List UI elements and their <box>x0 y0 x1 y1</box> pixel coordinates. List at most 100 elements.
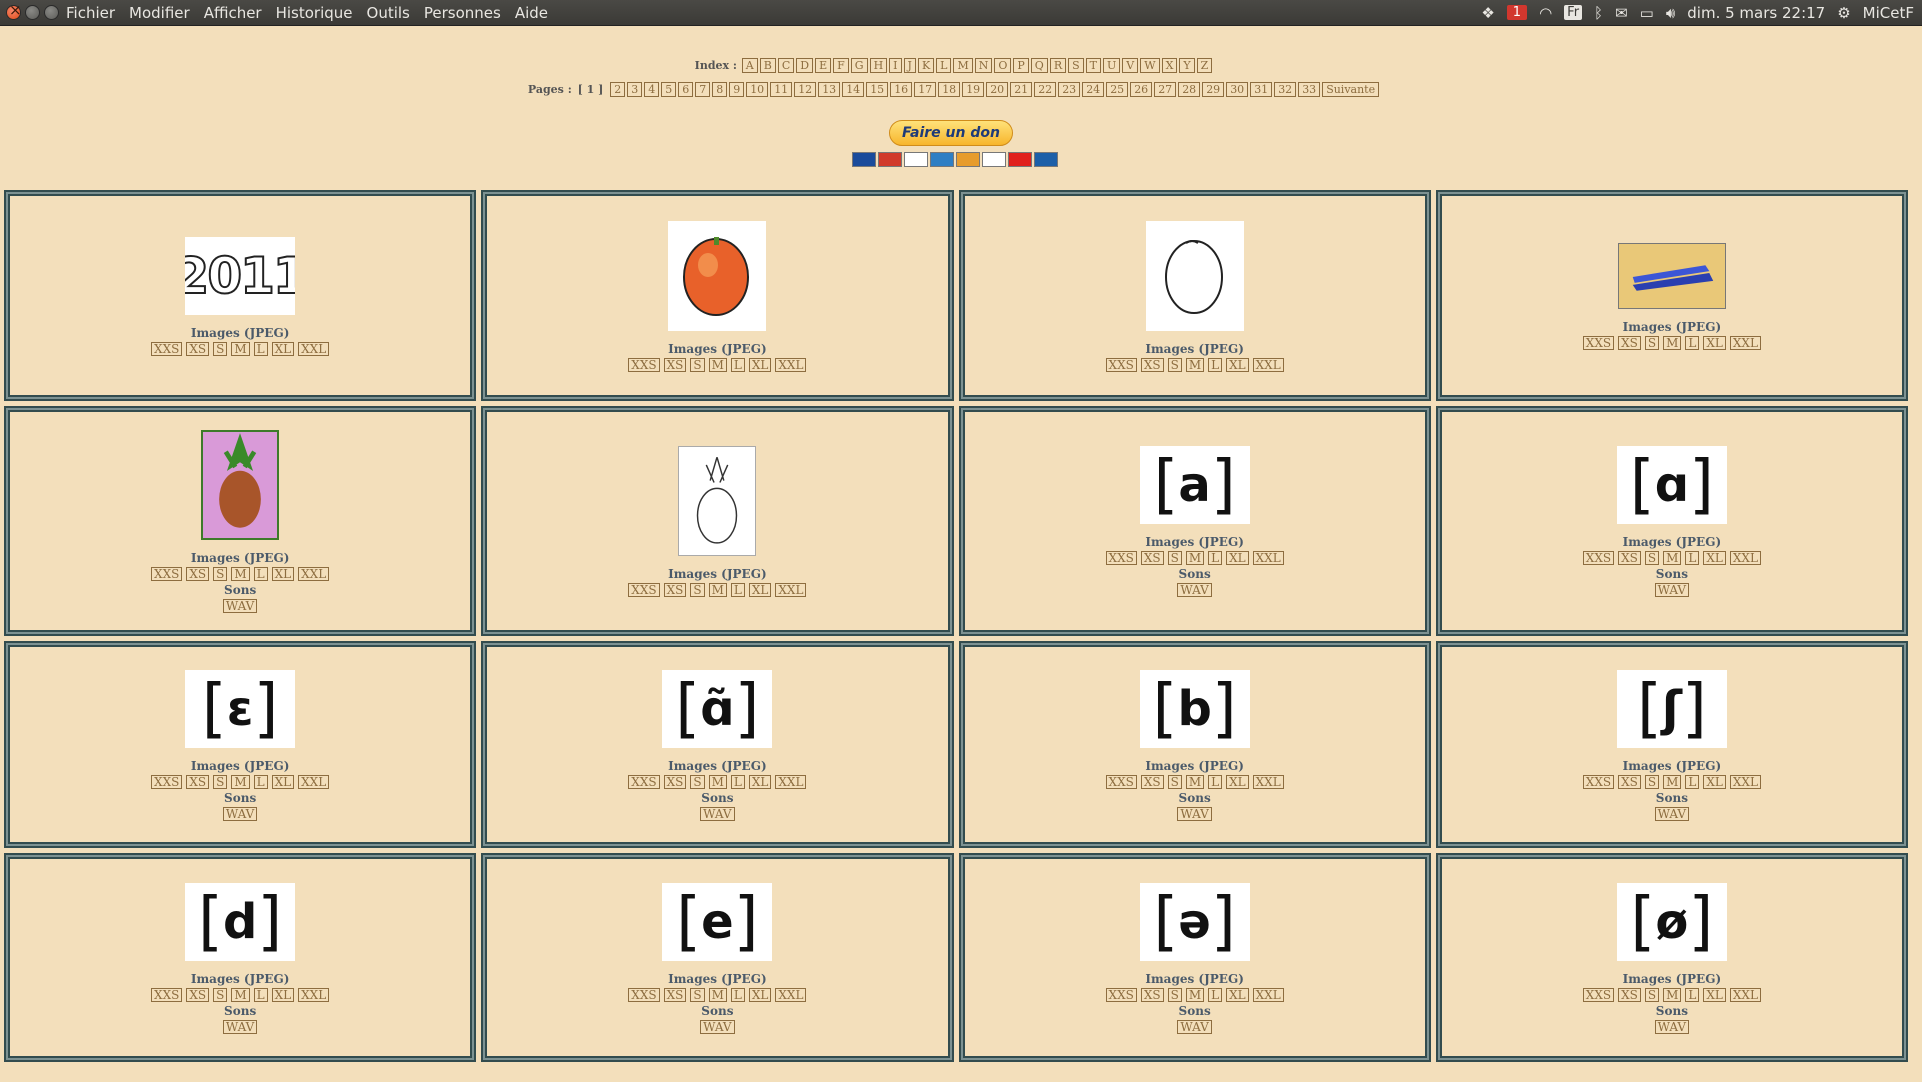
page-link-14[interactable]: 14 <box>842 82 865 97</box>
phoneme-image[interactable]: [ ɛ ] <box>185 669 296 748</box>
page-link-20[interactable]: 20 <box>986 82 1009 97</box>
image-size-l-link[interactable]: L <box>253 987 268 1002</box>
index-letter-m[interactable]: M <box>953 58 973 73</box>
image-size-xs-link[interactable]: XS <box>663 583 687 597</box>
image-size-s-link[interactable]: S <box>690 357 705 372</box>
battery-icon[interactable]: ▭ <box>1640 4 1654 22</box>
image-size-l-link[interactable]: L <box>730 583 745 597</box>
image-size-xxs-link[interactable]: XXS <box>1582 551 1615 565</box>
wav-link[interactable]: WAV <box>1177 806 1212 821</box>
image-size-xxl-link[interactable]: XXL <box>1729 335 1761 350</box>
page-link-21[interactable]: 21 <box>1010 82 1033 97</box>
index-letter-s[interactable]: S <box>1068 58 1084 73</box>
image-size-xxl-link[interactable]: XXL <box>1252 551 1284 565</box>
index-letter-c[interactable]: C <box>777 58 795 73</box>
wav-link[interactable]: WAV <box>222 1019 258 1034</box>
wav-link[interactable]: WAV <box>1654 1019 1690 1034</box>
image-size-m-link[interactable]: M <box>231 987 250 1002</box>
image-size-xxl-link[interactable]: XXL <box>298 987 330 1002</box>
page-link-33[interactable]: 33 <box>1298 82 1321 97</box>
page-link-6[interactable]: 6 <box>678 82 694 97</box>
apricot-outline-image[interactable] <box>1145 220 1244 331</box>
image-size-m-link[interactable]: M <box>1663 335 1682 350</box>
gear-icon[interactable]: ⚙ <box>1837 4 1850 22</box>
image-size-l-link[interactable]: L <box>1685 551 1700 565</box>
index-letter-l[interactable]: L <box>936 58 952 73</box>
image-size-m-link[interactable]: M <box>708 583 727 597</box>
image-size-s-link[interactable]: S <box>1167 987 1182 1002</box>
dropbox-icon[interactable]: ❖ <box>1481 4 1494 22</box>
page-link-4[interactable]: 4 <box>644 82 660 97</box>
image-size-xs-link[interactable]: XS <box>1140 774 1164 789</box>
page-link-11[interactable]: 11 <box>770 82 793 97</box>
image-size-xxs-link[interactable]: XXS <box>1105 987 1137 1002</box>
index-letter-k[interactable]: K <box>917 58 935 73</box>
image-size-xl-link[interactable]: XL <box>271 567 295 581</box>
image-size-m-link[interactable]: M <box>708 987 727 1002</box>
phoneme-image[interactable]: [ e ] <box>662 882 773 961</box>
image-size-xxl-link[interactable]: XXL <box>1729 551 1761 565</box>
image-size-s-link[interactable]: S <box>213 774 228 789</box>
image-size-m-link[interactable]: M <box>708 357 727 372</box>
image-size-s-link[interactable]: S <box>213 567 228 581</box>
notification-badge[interactable]: 1 <box>1506 5 1528 20</box>
page-link-24[interactable]: 24 <box>1082 82 1105 97</box>
image-size-l-link[interactable]: L <box>1685 987 1700 1002</box>
index-letter-u[interactable]: U <box>1103 58 1121 73</box>
image-size-s-link[interactable]: S <box>1644 774 1660 789</box>
page-link-13[interactable]: 13 <box>818 82 841 97</box>
page-link-17[interactable]: 17 <box>914 82 937 97</box>
image-size-xl-link[interactable]: XL <box>748 357 772 372</box>
page-link-28[interactable]: 28 <box>1178 82 1201 97</box>
image-size-m-link[interactable]: M <box>231 567 250 581</box>
mail-icon[interactable]: ✉ <box>1615 4 1628 22</box>
index-letter-p[interactable]: P <box>1013 58 1029 73</box>
image-size-xs-link[interactable]: XS <box>1618 987 1641 1002</box>
image-size-s-link[interactable]: S <box>690 987 705 1002</box>
page-link-27[interactable]: 27 <box>1154 82 1177 97</box>
image-size-xxs-link[interactable]: XXS <box>1582 774 1615 789</box>
index-letter-y[interactable]: Y <box>1179 58 1195 73</box>
image-size-m-link[interactable]: M <box>1663 551 1682 565</box>
index-letter-t[interactable]: T <box>1085 58 1102 73</box>
image-size-xl-link[interactable]: XL <box>1703 987 1726 1002</box>
image-size-l-link[interactable]: L <box>730 774 745 789</box>
index-letter-x[interactable]: X <box>1161 58 1178 73</box>
wav-link[interactable]: WAV <box>222 806 258 821</box>
next-page-link[interactable]: Suivante <box>1322 82 1380 97</box>
image-size-xl-link[interactable]: XL <box>1226 774 1249 789</box>
phoneme-image[interactable]: [ ʃ ] <box>1616 669 1727 748</box>
pineapple-outline-image[interactable] <box>678 446 757 556</box>
wav-link[interactable]: WAV <box>1654 806 1690 821</box>
image-size-s-link[interactable]: S <box>1167 357 1182 372</box>
image-size-s-link[interactable]: S <box>1644 551 1660 565</box>
index-letter-j[interactable]: J <box>903 58 916 73</box>
page-link-19[interactable]: 19 <box>962 82 985 97</box>
index-letter-a[interactable]: A <box>741 58 758 73</box>
image-size-xs-link[interactable]: XS <box>186 774 210 789</box>
image-size-l-link[interactable]: L <box>1685 774 1700 789</box>
image-size-m-link[interactable]: M <box>1663 774 1682 789</box>
page-link-26[interactable]: 26 <box>1130 82 1153 97</box>
image-size-xxs-link[interactable]: XXS <box>628 357 660 372</box>
index-letter-f[interactable]: F <box>833 58 849 73</box>
page-link-31[interactable]: 31 <box>1250 82 1273 97</box>
image-size-xl-link[interactable]: XL <box>1226 551 1249 565</box>
bluetooth-icon[interactable]: ᛒ <box>1594 4 1603 22</box>
image-size-xxs-link[interactable]: XXS <box>151 341 183 356</box>
image-size-xl-link[interactable]: XL <box>1226 987 1249 1002</box>
image-size-xxl-link[interactable]: XXL <box>1729 774 1761 789</box>
page-link-32[interactable]: 32 <box>1274 82 1297 97</box>
image-size-xxs-link[interactable]: XXS <box>1582 987 1615 1002</box>
image-size-s-link[interactable]: S <box>1644 987 1660 1002</box>
image-size-xxs-link[interactable]: XXS <box>151 567 183 581</box>
image-size-xl-link[interactable]: XL <box>271 341 295 356</box>
page-link-3[interactable]: 3 <box>627 82 643 97</box>
image-size-xxs-link[interactable]: XXS <box>1105 551 1137 565</box>
page-link-23[interactable]: 23 <box>1058 82 1081 97</box>
wav-link[interactable]: WAV <box>700 806 735 821</box>
menu-modifier[interactable]: Modifier <box>129 4 190 22</box>
index-letter-h[interactable]: H <box>869 58 888 73</box>
image-size-xl-link[interactable]: XL <box>748 774 772 789</box>
wav-link[interactable]: WAV <box>222 599 258 613</box>
